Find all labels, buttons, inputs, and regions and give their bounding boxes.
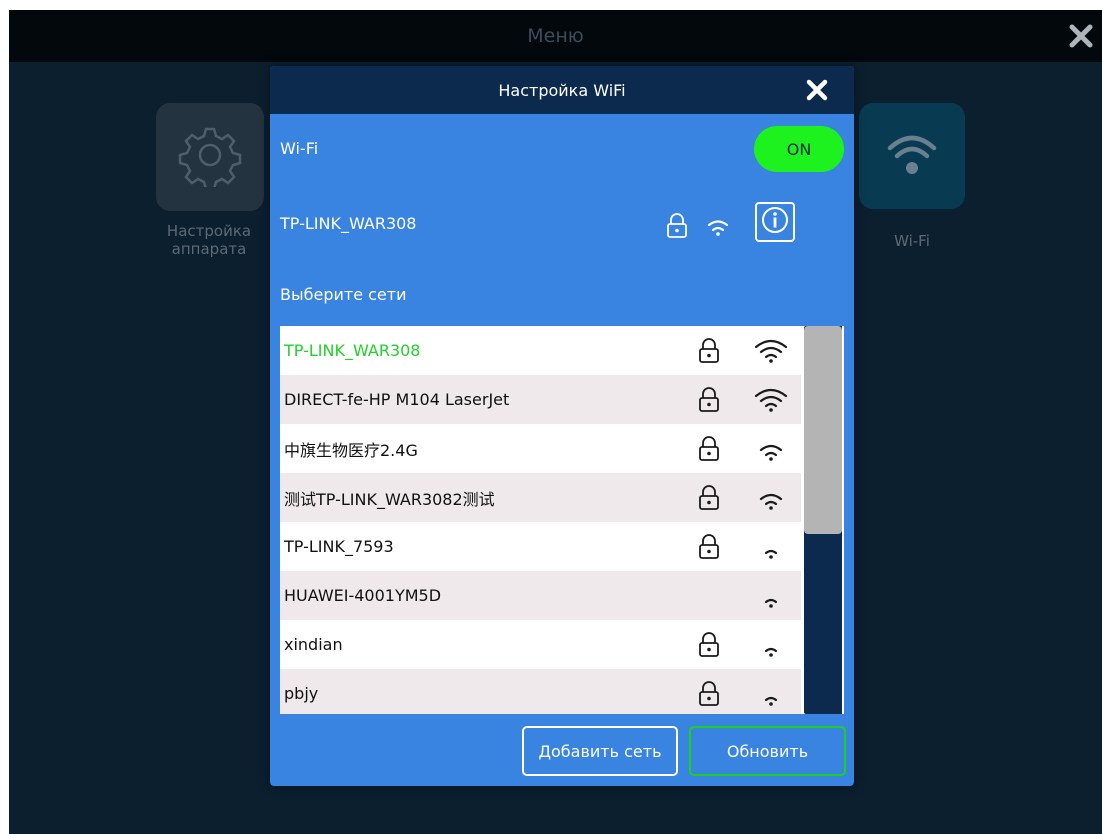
network-name: TP-LINK_7593 (284, 537, 394, 556)
tile-label-line: аппарата (171, 240, 247, 258)
wifi-signal-icon (752, 483, 790, 513)
tile-wifi-label: Wi-Fi (871, 232, 953, 250)
gear-icon (178, 123, 242, 191)
wifi-toggle[interactable]: ON (754, 126, 844, 172)
lock-icon (697, 681, 721, 707)
network-row[interactable]: DIRECT-fe-HP M104 LaserJet (280, 375, 801, 424)
screen: Меню Настройка аппарата Wi-Fi Настройка … (9, 10, 1102, 834)
lock-icon (697, 632, 721, 658)
network-row[interactable]: 中旗生物医疗2.4G (280, 424, 801, 473)
dialog-title: Настройка WiFi (498, 80, 626, 100)
network-name: TP-LINK_WAR308 (284, 341, 421, 360)
scrollbar-edge (842, 326, 844, 714)
wifi-signal-icon (752, 434, 790, 464)
menu-bar: Меню (9, 10, 1102, 62)
tile-label-line: Настройка (166, 222, 252, 240)
wifi-signal-icon (752, 679, 790, 709)
network-name: DIRECT-fe-HP M104 LaserJet (284, 390, 510, 409)
wifi-signal-icon (703, 213, 737, 239)
lock-icon (697, 534, 721, 560)
network-row[interactable]: pbjy (280, 669, 801, 714)
network-row[interactable]: TP-LINK_WAR308 (280, 326, 801, 375)
add-network-button[interactable]: Добавить сеть (522, 726, 678, 776)
current-network-icons (665, 206, 737, 246)
tile-device-settings (156, 103, 264, 211)
network-row[interactable]: HUAWEI-4001YM5D (280, 571, 801, 620)
tile-device-settings-label: Настройка аппарата (149, 222, 269, 258)
menu-close-icon[interactable] (1066, 21, 1096, 51)
wifi-settings-dialog: Настройка WiFi Wi-Fi ON TP-LINK_WAR308 В… (270, 66, 854, 786)
network-row[interactable]: xindian (280, 620, 801, 669)
network-name: 中旗生物医疗2.4G (284, 440, 418, 460)
lock-icon (697, 387, 721, 413)
choose-network-label: Выберите сети (280, 285, 407, 304)
wifi-signal-icon (752, 581, 790, 611)
refresh-button[interactable]: Обновить (689, 726, 846, 776)
toggle-label: ON (786, 139, 812, 159)
wifi-signal-icon (752, 336, 790, 366)
wifi-label: Wi-Fi (280, 139, 319, 158)
dialog-header: Настройка WiFi (270, 66, 854, 114)
wifi-signal-icon (752, 630, 790, 660)
menu-title: Меню (527, 25, 584, 47)
network-name: pbjy (284, 684, 319, 703)
tile-label-line: Wi-Fi (894, 232, 930, 250)
add-network-label: Добавить сеть (538, 741, 662, 761)
network-list[interactable]: TP-LINK_WAR308 DIRECT-fe-HP M104 LaserJet… (280, 326, 844, 714)
network-row[interactable]: 测试TP-LINK_WAR3082测试 (280, 473, 801, 522)
current-network-name: TP-LINK_WAR308 (280, 214, 417, 233)
lock-icon (665, 213, 689, 239)
network-row[interactable]: TP-LINK_7593 (280, 522, 801, 571)
tile-wifi (859, 103, 965, 209)
refresh-label: Обновить (726, 741, 809, 761)
wifi-signal-icon (752, 385, 790, 415)
close-icon[interactable] (804, 77, 830, 103)
scrollbar-thumb[interactable] (804, 326, 842, 534)
network-info-button[interactable] (755, 202, 795, 242)
network-name: 测试TP-LINK_WAR3082测试 (284, 489, 495, 509)
lock-icon (697, 485, 721, 511)
network-name: xindian (284, 635, 343, 654)
info-icon (760, 205, 790, 239)
lock-icon (697, 338, 721, 364)
wifi-signal-icon (752, 532, 790, 562)
wifi-icon (882, 124, 942, 188)
lock-icon (697, 436, 721, 462)
network-name: HUAWEI-4001YM5D (284, 586, 442, 605)
